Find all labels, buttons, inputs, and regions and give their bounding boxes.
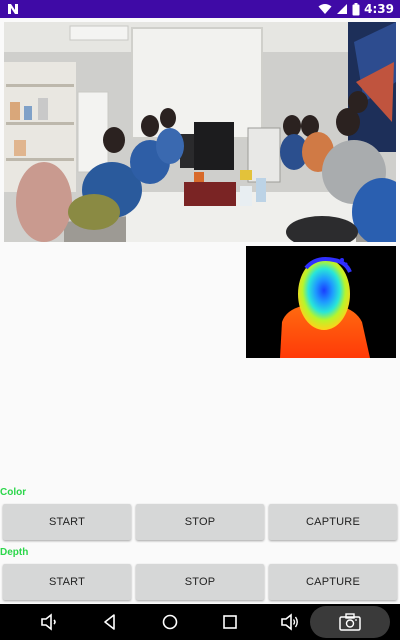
wifi-icon	[318, 4, 332, 14]
color-section-label: Color	[0, 487, 27, 498]
back-icon[interactable]	[100, 612, 120, 632]
depth-camera-preview	[246, 246, 396, 358]
recents-icon[interactable]	[220, 612, 240, 632]
battery-icon	[352, 2, 360, 15]
home-icon[interactable]	[160, 612, 180, 632]
signal-icon	[337, 4, 348, 14]
depth-preview-image	[246, 246, 396, 358]
depth-capture-button[interactable]: CAPTURE	[269, 564, 397, 600]
color-stop-button[interactable]: STOP	[136, 504, 264, 540]
volume-up-icon[interactable]	[280, 612, 300, 632]
status-bar: 4:39	[0, 0, 400, 18]
status-time: 4:39	[364, 2, 394, 16]
volume-down-icon[interactable]	[39, 612, 59, 632]
navigation-bar	[0, 604, 400, 640]
color-start-button[interactable]: START	[3, 504, 131, 540]
color-capture-button[interactable]: CAPTURE	[269, 504, 397, 540]
app-logo-icon	[8, 4, 18, 14]
screenshot-icon	[339, 613, 361, 631]
depth-section-label: Depth	[0, 547, 29, 558]
depth-stop-button[interactable]: STOP	[136, 564, 264, 600]
color-preview-image	[4, 22, 396, 242]
depth-start-button[interactable]: START	[3, 564, 131, 600]
color-camera-preview	[4, 22, 396, 242]
screenshot-button[interactable]	[310, 606, 390, 638]
status-bar-right: 4:39	[318, 0, 394, 18]
